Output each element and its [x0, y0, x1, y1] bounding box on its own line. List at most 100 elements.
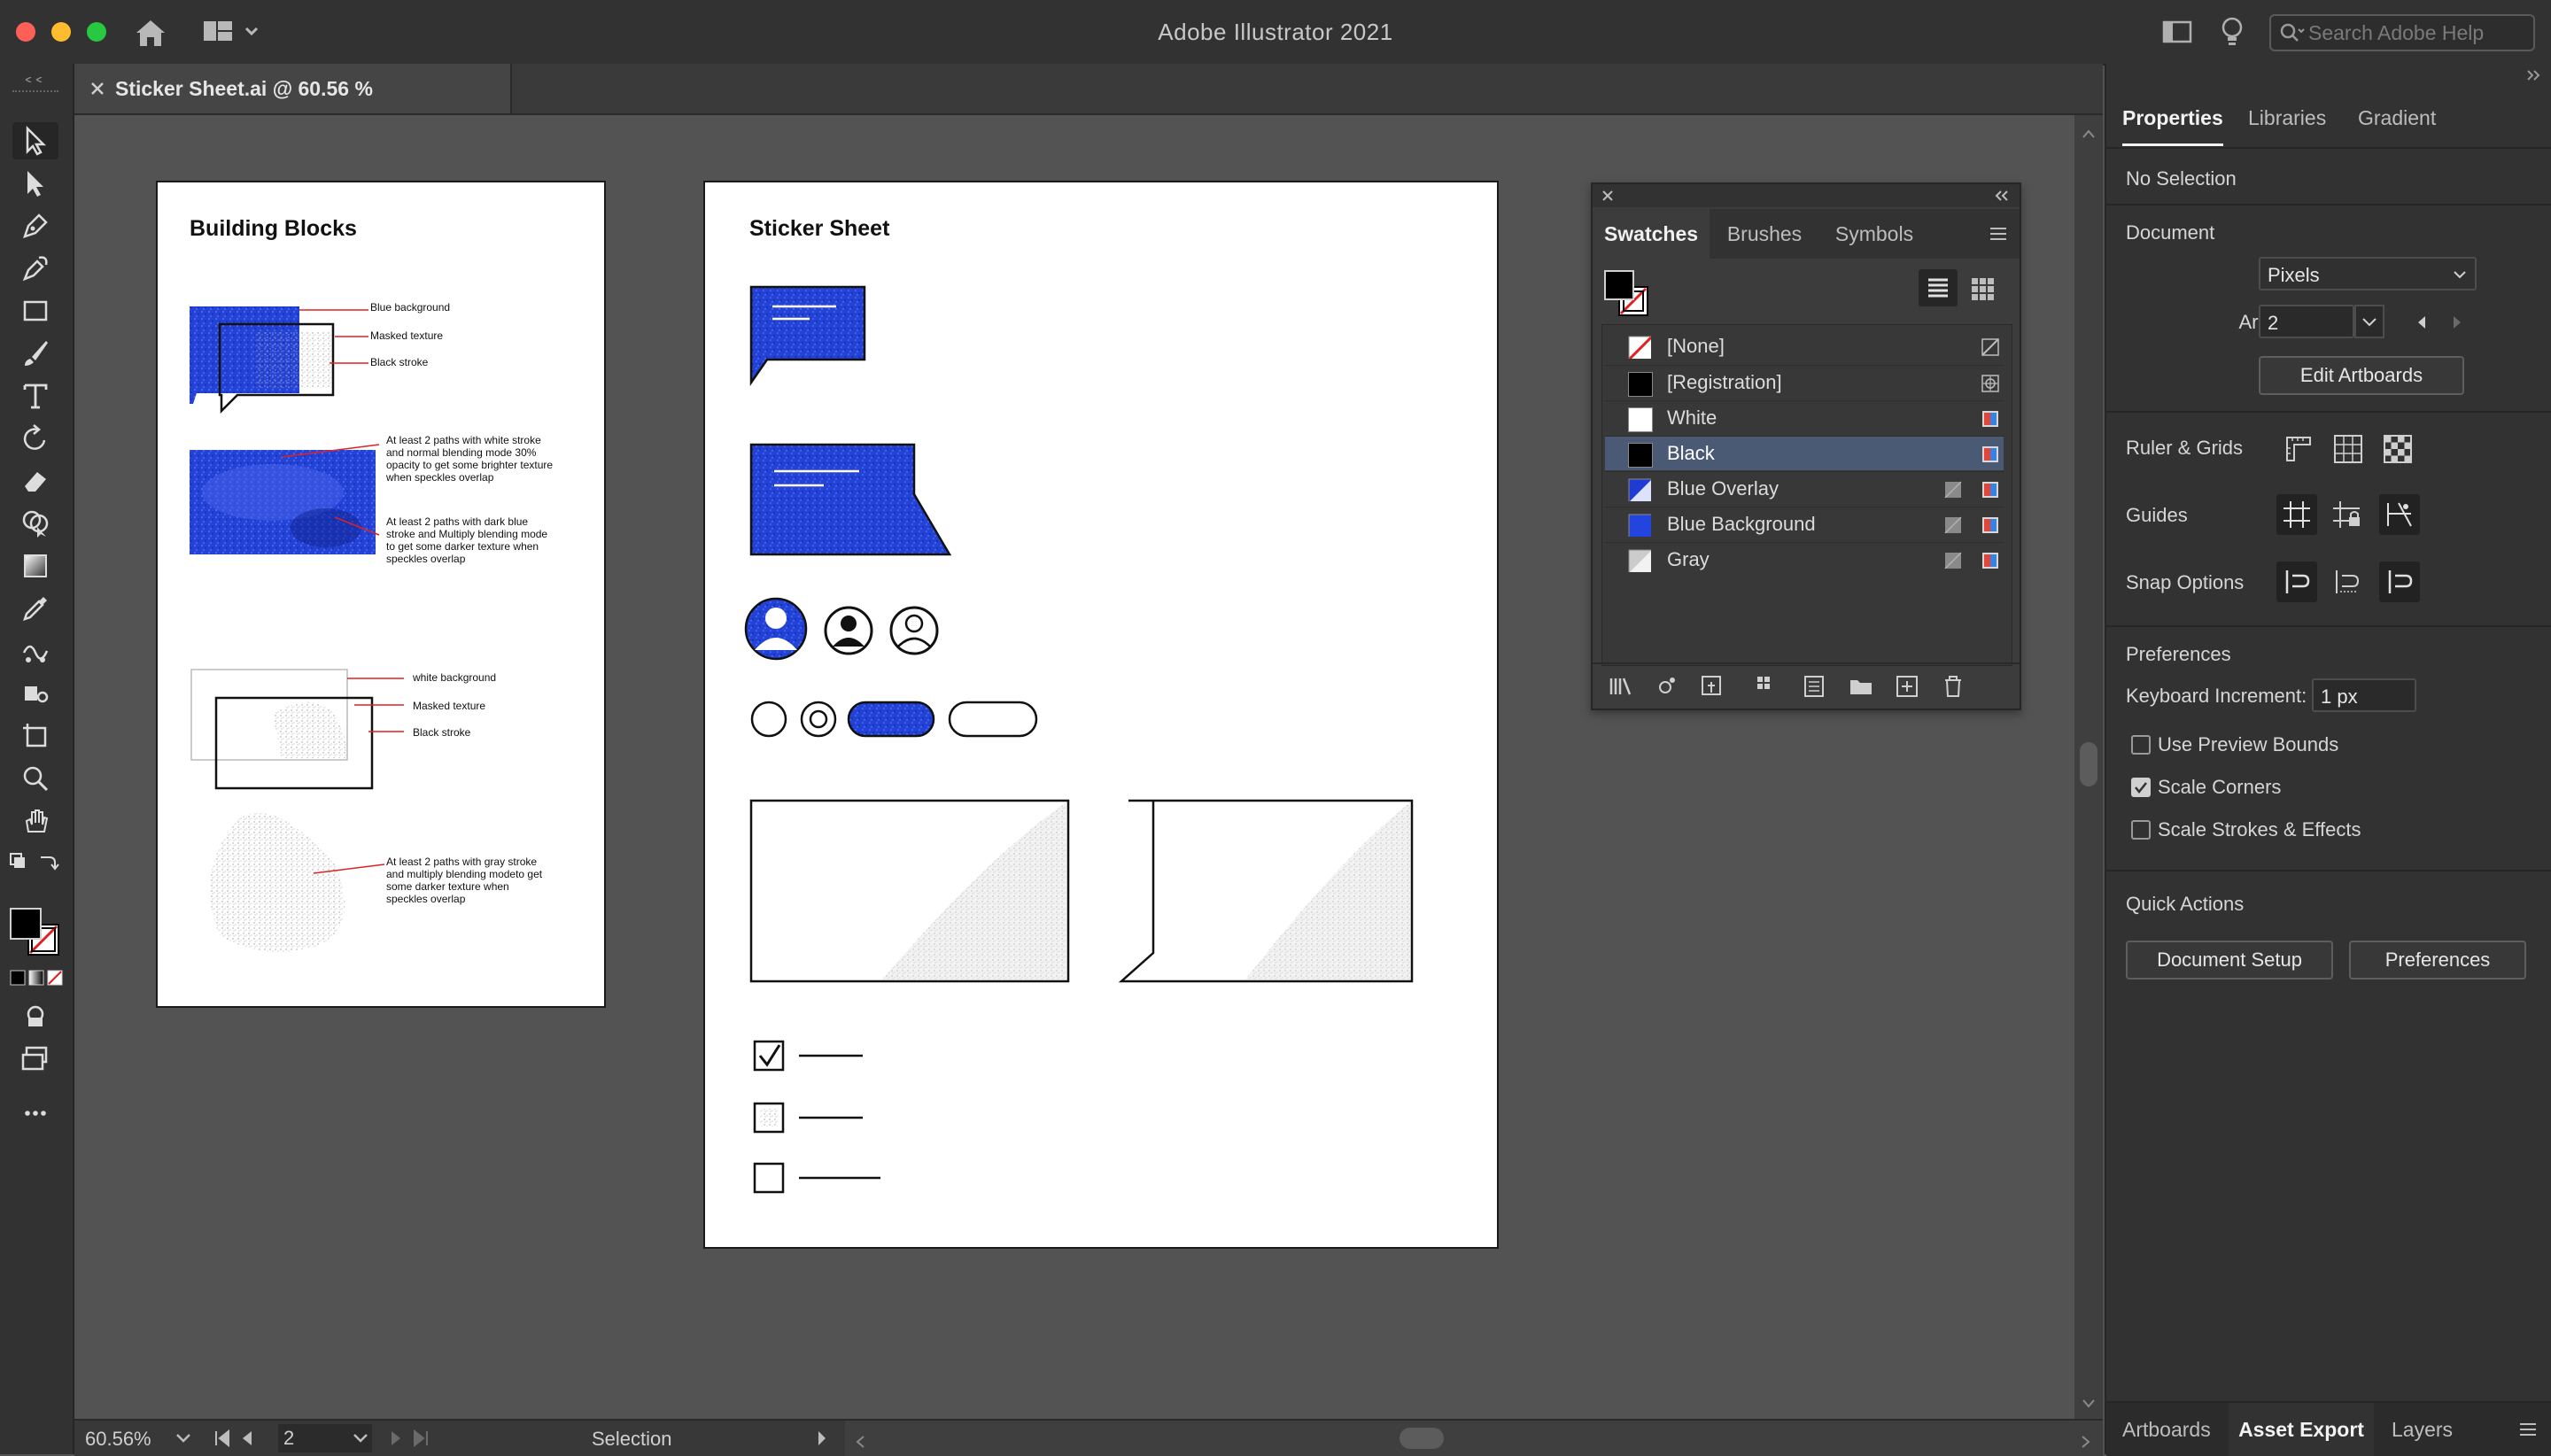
panel-menu-icon[interactable]	[1988, 223, 2009, 244]
swatch-row[interactable]: White	[1605, 400, 2004, 435]
canvas-horizontal-scrollbar[interactable]	[845, 1421, 2103, 1456]
artboard-dropdown[interactable]	[2354, 305, 2384, 338]
zoom-level-field[interactable]: 60.56%	[85, 1426, 174, 1452]
swap-fill-stroke-icon[interactable]	[9, 850, 64, 877]
units-select[interactable]: Pixels	[2259, 257, 2477, 290]
scroll-thumb[interactable]	[2080, 742, 2097, 786]
tab-asset-export[interactable]: Asset Export	[2229, 1403, 2374, 1456]
screen-mode-icon[interactable]	[12, 1040, 58, 1077]
grid-view-icon[interactable]	[1963, 269, 2002, 306]
swatches-fill-stroke-indicator[interactable]	[1601, 267, 1656, 321]
grid-icon[interactable]	[2330, 430, 2367, 468]
close-tab-icon[interactable]	[87, 78, 108, 99]
color-mode-buttons[interactable]	[9, 969, 64, 987]
show-guides-button[interactable]	[2276, 494, 2317, 535]
arrange-documents-icon[interactable]	[2161, 18, 2193, 46]
artboard-nav-first-prev[interactable]	[213, 1428, 283, 1449]
shape-builder-tool-icon[interactable]	[12, 505, 58, 542]
close-panel-icon[interactable]	[1600, 188, 1616, 204]
edit-artboards-button[interactable]: Edit Artboards	[2259, 356, 2464, 395]
next-artboard-icon[interactable]	[2448, 314, 2466, 331]
hand-tool-icon[interactable]	[12, 802, 58, 840]
artboard-nav-next-last[interactable]	[386, 1428, 439, 1449]
horizontal-scroll-thumb[interactable]	[1400, 1428, 1444, 1449]
artboard-sticker-sheet[interactable]: Sticker Sheet	[703, 181, 1499, 1249]
lock-guides-icon[interactable]	[2328, 496, 2365, 533]
status-menu-arrow-icon[interactable]	[815, 1428, 829, 1449]
show-kinds-icon[interactable]	[1655, 675, 1678, 698]
collapse-panel-icon[interactable]	[1993, 188, 2011, 204]
curvature-tool-icon[interactable]	[12, 250, 58, 287]
scroll-right-icon[interactable]	[2080, 1431, 2092, 1448]
new-swatch-icon[interactable]	[1894, 673, 1920, 700]
search-help-input[interactable]: Search Adobe Help	[2269, 14, 2535, 51]
paintbrush-tool-icon[interactable]	[12, 335, 58, 372]
tab-swatches[interactable]: Swatches	[1593, 209, 1710, 259]
swatches-panel-header[interactable]	[1593, 184, 2020, 207]
rulers-icon[interactable]	[2280, 430, 2317, 468]
keyboard-increment-field[interactable]: 1 px	[2312, 678, 2416, 712]
pen-tool-icon[interactable]	[12, 207, 58, 244]
document-setup-button[interactable]: Document Setup	[2126, 941, 2333, 980]
direct-selection-tool-icon[interactable]	[12, 165, 58, 202]
tab-gradient[interactable]: Gradient	[2358, 89, 2436, 147]
swatch-libraries-icon[interactable]	[1609, 675, 1635, 698]
scroll-up-icon[interactable]	[2082, 128, 2096, 138]
scale-corners-checkbox[interactable]	[2131, 778, 2151, 797]
document-tab[interactable]: Sticker Sheet.ai @ 60.56 % (RGB/Preview)	[74, 64, 512, 150]
dock-menu-icon[interactable]	[2517, 1419, 2539, 1440]
swatch-row[interactable]: Blue Background	[1605, 507, 2004, 541]
swatch-row[interactable]: Blue Overlay	[1605, 471, 2004, 506]
tab-brushes[interactable]: Brushes	[1710, 209, 1819, 259]
tab-layers[interactable]: Layers	[2392, 1403, 2453, 1456]
type-tool-icon[interactable]	[12, 377, 58, 414]
fill-stroke-indicator[interactable]	[9, 907, 64, 956]
list-view-icon[interactable]	[1919, 269, 1958, 306]
rectangle-tool-icon[interactable]	[12, 292, 58, 329]
swatch-row[interactable]: [Registration]	[1605, 365, 2004, 399]
artboard-field[interactable]: 2	[2259, 305, 2354, 338]
swatch-row-selected[interactable]: Black	[1605, 436, 2004, 470]
artboard-tool-icon[interactable]	[12, 717, 58, 755]
smart-guides-button[interactable]	[2379, 494, 2420, 535]
discover-lightbulb-icon[interactable]	[2218, 14, 2246, 50]
selection-tool-icon[interactable]	[12, 122, 58, 159]
tab-symbols[interactable]: Symbols	[1819, 209, 1929, 259]
scroll-left-icon[interactable]	[854, 1431, 866, 1448]
swatch-options-icon[interactable]	[1699, 673, 1725, 700]
swatch-row[interactable]: Gray	[1605, 542, 2004, 577]
previous-artboard-icon[interactable]	[2413, 314, 2431, 331]
tab-artboards[interactable]: Artboards	[2122, 1403, 2211, 1456]
folder-icon[interactable]	[1848, 673, 1874, 700]
collapse-dock-icon[interactable]	[2524, 67, 2542, 83]
snap-to-point-button[interactable]	[2276, 561, 2317, 602]
blend-tool-icon[interactable]	[12, 632, 58, 670]
eyedropper-tool-icon[interactable]	[12, 590, 58, 627]
use-preview-bounds-checkbox[interactable]	[2131, 735, 2151, 755]
scroll-down-icon[interactable]	[2082, 1398, 2096, 1408]
color-group-icon[interactable]	[1754, 673, 1780, 700]
scale-strokes-checkbox[interactable]	[2131, 820, 2151, 840]
snap-to-grid-button[interactable]	[2379, 561, 2420, 602]
preferences-button[interactable]: Preferences	[2349, 941, 2526, 980]
transparency-grid-icon[interactable]	[2379, 430, 2416, 468]
rotate-tool-icon[interactable]	[12, 420, 58, 457]
canvas-vertical-scrollbar[interactable]	[2074, 115, 2103, 1419]
tab-libraries[interactable]: Libraries	[2248, 89, 2326, 147]
zoom-tool-icon[interactable]	[12, 760, 58, 797]
zoom-dropdown-icon[interactable]	[174, 1428, 193, 1447]
snap-to-pixel-icon[interactable]	[2328, 563, 2365, 600]
tab-properties[interactable]: Properties	[2122, 89, 2223, 146]
eraser-tool-icon[interactable]	[12, 462, 58, 500]
toolbar-collapse-icon[interactable]	[23, 71, 50, 83]
swatch-row[interactable]: [None]	[1605, 329, 2004, 363]
edit-toolbar-icon[interactable]	[12, 1095, 58, 1132]
symbol-sprayer-tool-icon[interactable]	[12, 675, 58, 712]
properties-panel-header[interactable]	[2106, 64, 2551, 87]
delete-swatch-icon[interactable]	[1940, 673, 1966, 700]
artboard-building-blocks[interactable]: Building Blocks Blue background Masked t…	[156, 181, 606, 1008]
toolbar-grip[interactable]	[12, 90, 58, 97]
artboard-dropdown-icon[interactable]	[351, 1428, 370, 1447]
draw-mode-icon[interactable]	[12, 997, 58, 1034]
new-color-group-icon[interactable]	[1802, 673, 1828, 700]
